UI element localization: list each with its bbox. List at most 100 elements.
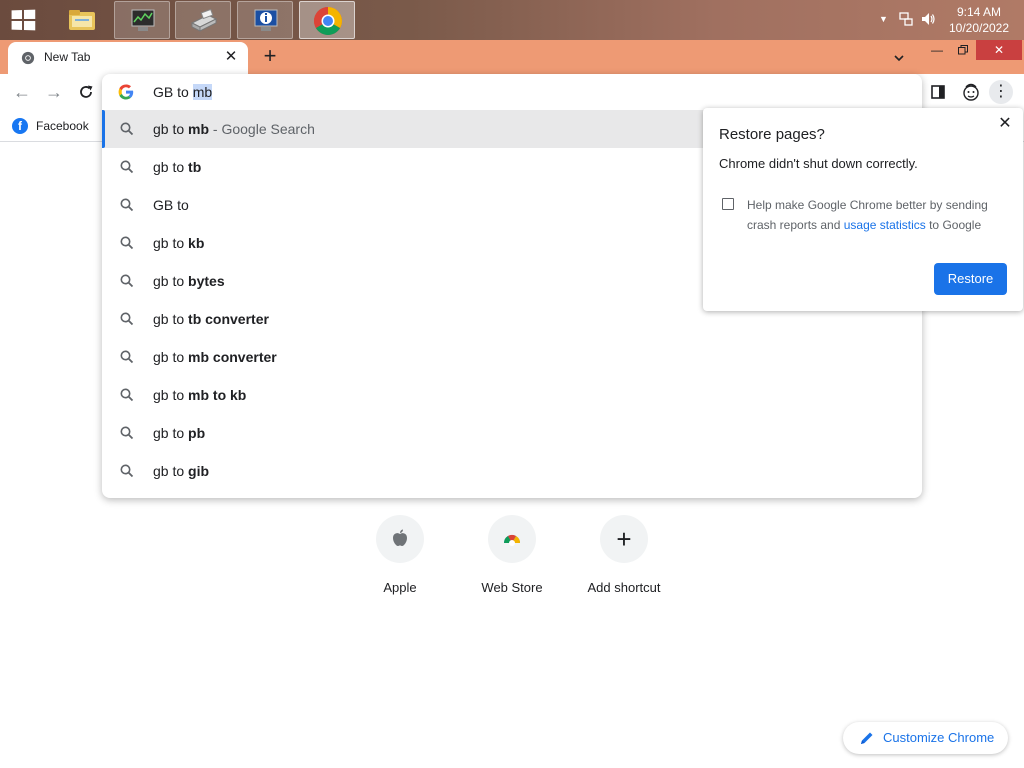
- suggestion-prefix: gb to: [153, 387, 189, 403]
- search-icon: [120, 198, 134, 212]
- apple-icon: [393, 529, 407, 546]
- close-icon[interactable]: ✕: [995, 114, 1015, 134]
- suggestion-text: GB to: [153, 197, 189, 213]
- plus-icon: +: [616, 524, 632, 554]
- suggestion-row[interactable]: gb to gib: [102, 452, 922, 490]
- shortcut-tile: +: [600, 515, 648, 563]
- omnibox-selected-text: mb: [192, 84, 213, 100]
- search-icon: [120, 160, 134, 174]
- suggestion-text: gb to tb: [153, 159, 201, 175]
- more-menu-icon[interactable]: ⋮: [989, 80, 1013, 104]
- crash-reports-checkbox[interactable]: [722, 198, 734, 210]
- back-arrow-icon[interactable]: ←: [10, 80, 34, 104]
- restore-button[interactable]: Restore: [934, 263, 1007, 295]
- search-icon: [120, 236, 134, 250]
- suggestion-prefix: gb to: [153, 159, 189, 175]
- facebook-icon: f: [12, 118, 28, 134]
- suggestion-completion: tb: [188, 159, 202, 175]
- shortcut-label: Add shortcut: [587, 580, 661, 595]
- suggestion-text: gb to mb - Google Search: [153, 121, 315, 137]
- shortcut-label: Apple: [383, 580, 417, 595]
- search-icon: [120, 426, 134, 440]
- tab-strip: New Tab ✕ + — ✕: [0, 40, 1024, 74]
- suggestion-prefix: gb to: [153, 311, 189, 327]
- forward-arrow-icon[interactable]: →: [42, 80, 66, 104]
- shortcut-web-store[interactable]: Web Store: [456, 515, 568, 605]
- taskbar-file-explorer[interactable]: [54, 1, 110, 39]
- omnibox-input[interactable]: GB to mb: [102, 74, 922, 110]
- bookmark-label: Facebook: [36, 119, 89, 133]
- taskbar-google-chrome[interactable]: [299, 1, 355, 39]
- chrome-logo-icon: [314, 7, 342, 35]
- suggestion-completion: pb: [188, 425, 206, 441]
- close-window-icon[interactable]: ✕: [976, 40, 1022, 60]
- show-hidden-icons-icon[interactable]: ▼: [879, 11, 888, 27]
- search-icon: [120, 312, 134, 326]
- info-monitor-icon: [254, 9, 278, 31]
- taskbar-scanner[interactable]: [175, 1, 231, 39]
- omnibox-typed-text: GB to: [153, 84, 193, 100]
- suggestion-prefix: GB to: [153, 197, 189, 213]
- scanner-icon: [190, 8, 218, 32]
- side-panel-icon[interactable]: [926, 80, 950, 104]
- suggestion-text: gb to tb converter: [153, 311, 269, 327]
- suggestion-prefix: gb to: [153, 349, 189, 365]
- profile-avatar-icon[interactable]: [959, 80, 983, 104]
- chrome-favicon-icon: [21, 51, 35, 65]
- search-icon: [120, 350, 134, 364]
- suggestion-text: gb to kb: [153, 235, 204, 251]
- search-icon: [120, 388, 134, 402]
- tab-search-chevron-icon[interactable]: [889, 48, 909, 68]
- suggestion-prefix: gb to: [153, 235, 189, 251]
- bookmark-facebook[interactable]: f Facebook: [12, 116, 89, 136]
- web-store-icon: [503, 534, 521, 546]
- suggestion-text: gb to pb: [153, 425, 205, 441]
- tab-title: New Tab: [44, 50, 91, 64]
- customize-chrome-label: Customize Chrome: [883, 730, 995, 745]
- suggestion-completion: mb converter: [188, 349, 277, 365]
- windows-logo-icon: [11, 9, 36, 31]
- shortcut-label: Web Store: [481, 580, 543, 595]
- tab-new-tab[interactable]: New Tab ✕: [8, 42, 248, 74]
- restore-pages-dialog: Restore pages? ✕ Chrome didn't shut down…: [703, 108, 1023, 311]
- search-icon: [120, 122, 134, 136]
- shortcut-tile: [376, 515, 424, 563]
- tab-close-icon[interactable]: ✕: [222, 48, 240, 66]
- suggestion-completion: tb converter: [188, 311, 269, 327]
- add-shortcut-button[interactable]: + Add shortcut: [568, 515, 680, 605]
- suggestion-hint: - Google Search: [209, 121, 315, 137]
- suggestion-text: gb to mb converter: [153, 349, 277, 365]
- taskbar-info-app[interactable]: [237, 1, 293, 39]
- network-icon[interactable]: [898, 11, 914, 31]
- suggestion-row[interactable]: gb to mb converter: [102, 338, 922, 376]
- system-tray: ▼ 9:14 AM 10/20/2022: [864, 0, 1024, 40]
- google-g-icon: [118, 84, 134, 100]
- usage-statistics-link[interactable]: usage statistics: [844, 218, 926, 232]
- suggestion-prefix: gb to: [153, 463, 189, 479]
- suggestion-text: gb to mb to kb: [153, 387, 246, 403]
- suggestion-completion: kb: [188, 235, 205, 251]
- suggestion-prefix: gb to: [153, 425, 189, 441]
- new-tab-button[interactable]: +: [258, 45, 282, 69]
- start-button[interactable]: [6, 7, 40, 33]
- system-clock[interactable]: 9:14 AM 10/20/2022: [946, 4, 1012, 36]
- pencil-icon: [861, 732, 873, 744]
- suggestion-row[interactable]: gb to pb: [102, 414, 922, 452]
- restore-window-icon[interactable]: [950, 40, 976, 60]
- minimize-icon[interactable]: —: [924, 40, 950, 60]
- suggestion-row[interactable]: gb to mb to kb: [102, 376, 922, 414]
- suggestion-completion: mb to kb: [188, 387, 247, 403]
- customize-chrome-button[interactable]: Customize Chrome: [843, 722, 1008, 754]
- volume-icon[interactable]: [920, 11, 936, 31]
- suggestion-completion: bytes: [188, 273, 225, 289]
- taskbar-system-monitor[interactable]: [114, 1, 170, 39]
- help-text-after: to Google: [925, 218, 982, 232]
- omnibox-text: GB to mb: [153, 84, 213, 100]
- clock-date: 10/20/2022: [948, 21, 1010, 35]
- shortcut-apple[interactable]: Apple: [344, 515, 456, 605]
- crash-reports-label: Help make Google Chrome better by sendin…: [747, 195, 1007, 235]
- search-icon: [120, 464, 134, 478]
- reload-icon[interactable]: [74, 80, 98, 104]
- folder-icon: [69, 10, 95, 30]
- suggestion-text: gb to gib: [153, 463, 209, 479]
